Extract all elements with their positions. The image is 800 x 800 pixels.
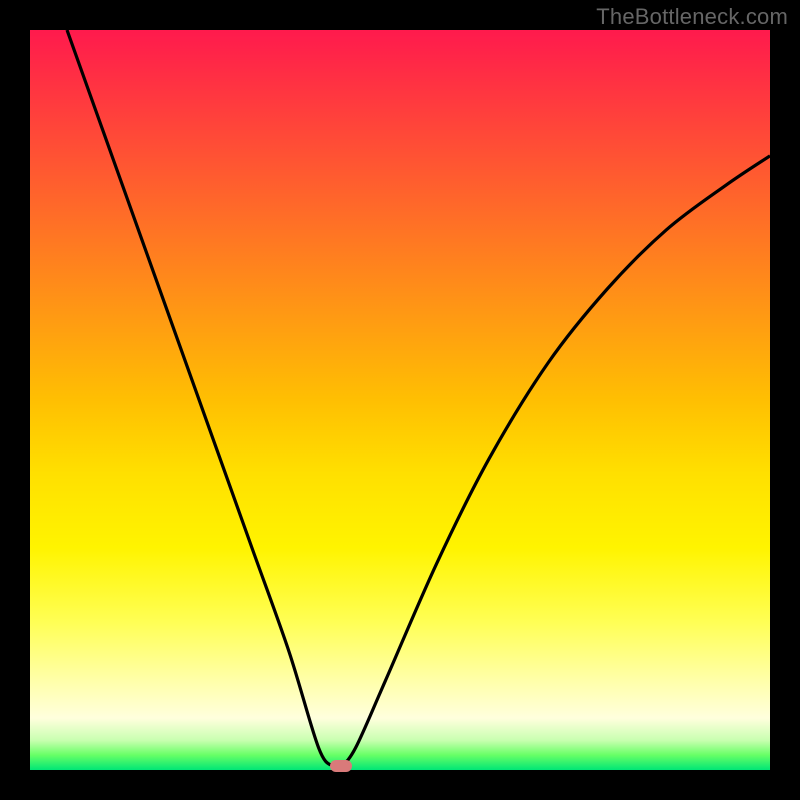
watermark-text: TheBottleneck.com [596,4,788,30]
chart-frame: TheBottleneck.com [0,0,800,800]
optimal-point-marker [330,760,352,772]
chart-plot-area [30,30,770,770]
